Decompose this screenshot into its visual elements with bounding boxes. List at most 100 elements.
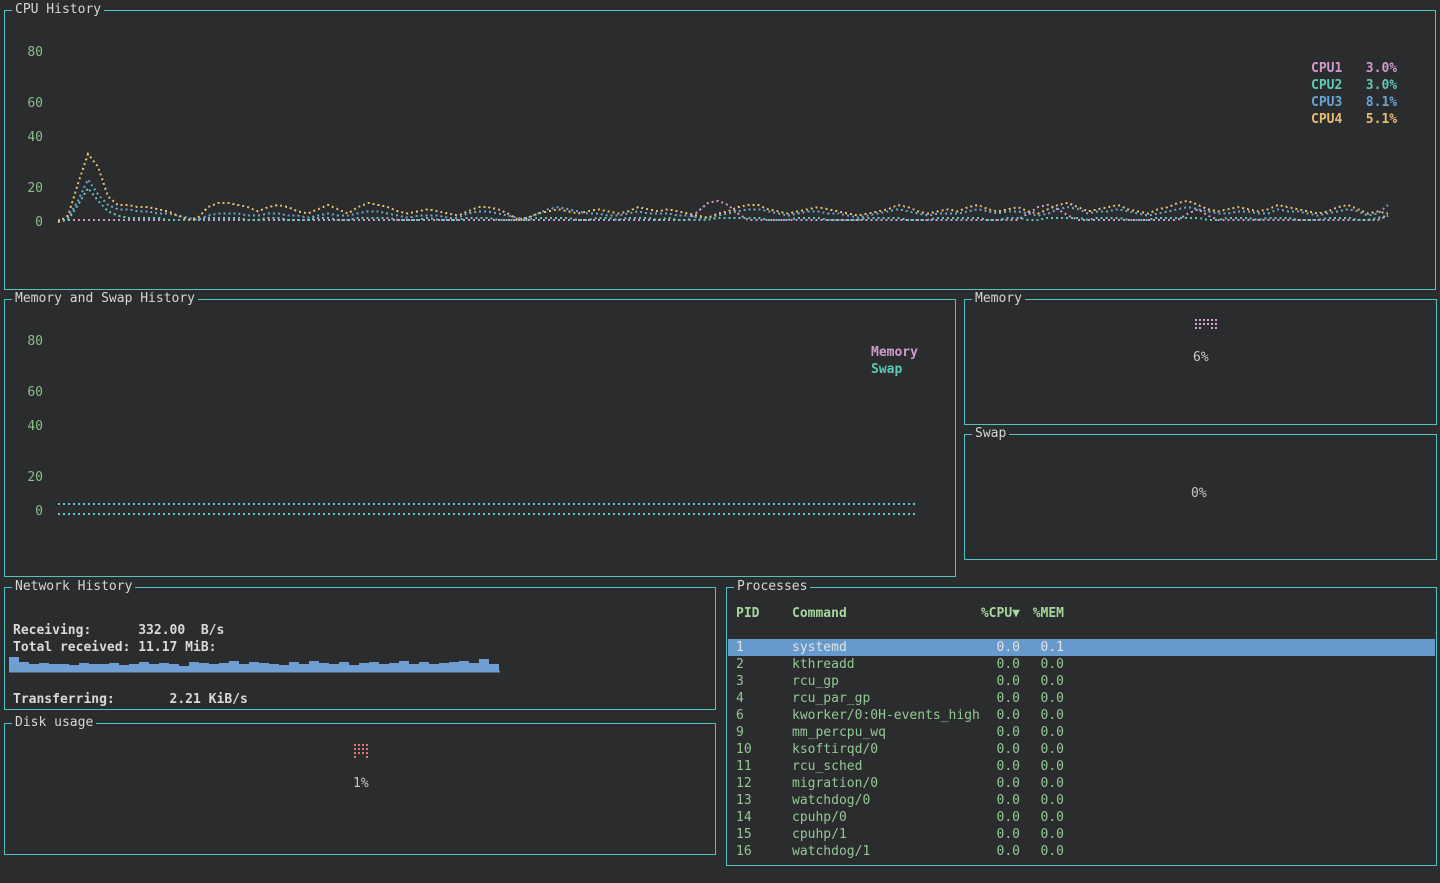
column-header-command[interactable]: Command bbox=[792, 605, 980, 622]
process-row-kworker/0:0H-events_high[interactable]: 6kworker/0:0H-events_high0.00.0 bbox=[728, 707, 1435, 724]
network-bar bbox=[449, 662, 459, 671]
network-bar bbox=[309, 661, 319, 671]
process-cell-cpu: 0.0 bbox=[980, 758, 1020, 775]
network-bar bbox=[379, 664, 389, 671]
network-bar bbox=[339, 662, 349, 671]
network-bar bbox=[229, 661, 239, 671]
process-cell-command: cpuhp/1 bbox=[792, 826, 980, 843]
process-cell-cpu: 0.0 bbox=[980, 741, 1020, 758]
process-row-ksoftirqd/0[interactable]: 10ksoftirqd/00.00.0 bbox=[728, 741, 1435, 758]
process-cell-cpu: 0.0 bbox=[980, 843, 1020, 860]
network-bar bbox=[19, 662, 29, 671]
network-bar bbox=[79, 663, 89, 671]
network-bar bbox=[469, 663, 479, 671]
memswap-legend-item-swap: Swap bbox=[871, 361, 918, 378]
cpu-history-panel: CPU History 80 60 40 20 0 CPU1 3.0%CPU2 … bbox=[4, 10, 1436, 290]
cpu-history-chart bbox=[5, 11, 1435, 289]
process-cell-pid: 14 bbox=[736, 809, 792, 826]
process-cell-cpu: 0.0 bbox=[980, 707, 1020, 724]
process-cell-cpu: 0.0 bbox=[980, 826, 1020, 843]
process-row-rcu_sched[interactable]: 11rcu_sched0.00.0 bbox=[728, 758, 1435, 775]
column-header-pid[interactable]: PID bbox=[736, 605, 792, 622]
network-bar bbox=[329, 664, 339, 671]
network-transferring-line: Transferring: 2.21 KiB/s bbox=[13, 691, 248, 708]
network-bar bbox=[239, 664, 249, 671]
system-monitor-app: { "colors": { "background": "#2a2c2d", "… bbox=[0, 0, 1440, 883]
process-row-migration/0[interactable]: 12migration/00.00.0 bbox=[728, 775, 1435, 792]
network-bar bbox=[69, 665, 79, 671]
process-cell-cpu: 0.0 bbox=[980, 809, 1020, 826]
network-bar bbox=[419, 662, 429, 671]
process-cell-pid: 3 bbox=[736, 673, 792, 690]
process-row-mm_percpu_wq[interactable]: 9mm_percpu_wq0.00.0 bbox=[728, 724, 1435, 741]
process-cell-pid: 1 bbox=[736, 639, 792, 656]
cpu-legend-item-cpu2: CPU2 3.0% bbox=[1311, 77, 1397, 94]
process-cell-cpu: 0.0 bbox=[980, 690, 1020, 707]
process-cell-mem: 0.0 bbox=[1020, 843, 1064, 860]
process-cell-mem: 0.0 bbox=[1020, 673, 1064, 690]
process-cell-command: watchdog/0 bbox=[792, 792, 980, 809]
process-row-rcu_gp[interactable]: 3rcu_gp0.00.0 bbox=[728, 673, 1435, 690]
process-row-kthreadd[interactable]: 2kthreadd0.00.0 bbox=[728, 656, 1435, 673]
network-bar bbox=[99, 664, 109, 671]
process-cell-command: systemd bbox=[792, 639, 980, 656]
process-cell-mem: 0.0 bbox=[1020, 741, 1064, 758]
process-row-systemd[interactable]: 1systemd0.00.1 bbox=[728, 639, 1435, 656]
network-bar bbox=[209, 664, 219, 671]
process-cell-cpu: 0.0 bbox=[980, 724, 1020, 741]
process-cell-mem: 0.0 bbox=[1020, 809, 1064, 826]
network-bar bbox=[109, 663, 119, 671]
network-bar bbox=[89, 664, 99, 671]
memory-swap-history-panel: Memory and Swap History 80 60 40 20 0 Me… bbox=[4, 299, 956, 577]
process-row-watchdog/1[interactable]: 16watchdog/10.00.0 bbox=[728, 843, 1435, 860]
process-cell-mem: 0.0 bbox=[1020, 775, 1064, 792]
column-header-mem[interactable]: %MEM bbox=[1020, 605, 1064, 622]
network-bar bbox=[389, 663, 399, 671]
cpu-legend-item-cpu3: CPU3 8.1% bbox=[1311, 94, 1397, 111]
process-row-watchdog/0[interactable]: 13watchdog/00.00.0 bbox=[728, 792, 1435, 809]
process-row-cpuhp/1[interactable]: 15cpuhp/10.00.0 bbox=[728, 826, 1435, 843]
processes-header: PID Command %CPU▼ %MEM bbox=[728, 605, 1440, 622]
cpu-legend-item-cpu1: CPU1 3.0% bbox=[1311, 60, 1397, 77]
network-bar bbox=[129, 664, 139, 671]
network-bar bbox=[199, 663, 209, 671]
process-row-rcu_par_gp[interactable]: 4rcu_par_gp0.00.0 bbox=[728, 690, 1435, 707]
network-bar bbox=[179, 666, 189, 671]
memory-swap-legend: MemorySwap bbox=[871, 344, 918, 378]
network-bar bbox=[459, 661, 469, 671]
process-cell-pid: 12 bbox=[736, 775, 792, 792]
network-bar bbox=[139, 662, 149, 671]
process-cell-mem: 0.0 bbox=[1020, 792, 1064, 809]
process-cell-pid: 10 bbox=[736, 741, 792, 758]
network-bar bbox=[289, 662, 299, 671]
column-header-cpu-sort[interactable]: %CPU▼ bbox=[980, 605, 1020, 622]
process-cell-command: kworker/0:0H-events_high bbox=[792, 707, 980, 724]
process-cell-command: rcu_gp bbox=[792, 673, 980, 690]
network-bar bbox=[169, 664, 179, 671]
cpu-series-CPU3 bbox=[58, 180, 1388, 223]
process-cell-cpu: 0.0 bbox=[980, 673, 1020, 690]
cpu-legend-item-cpu4: CPU4 5.1% bbox=[1311, 111, 1397, 128]
process-cell-pid: 9 bbox=[736, 724, 792, 741]
network-bar bbox=[39, 663, 49, 671]
memswap-legend-item-memory: Memory bbox=[871, 344, 918, 361]
process-cell-command: rcu_sched bbox=[792, 758, 980, 775]
process-cell-mem: 0.0 bbox=[1020, 690, 1064, 707]
network-bar bbox=[429, 664, 439, 671]
network-bar bbox=[299, 664, 309, 671]
network-bar bbox=[149, 664, 159, 671]
process-cell-pid: 4 bbox=[736, 690, 792, 707]
cpu-series-CPU4 bbox=[58, 154, 1388, 222]
process-cell-command: cpuhp/0 bbox=[792, 809, 980, 826]
process-cell-cpu: 0.0 bbox=[980, 775, 1020, 792]
processes-panel: Processes PID Command %CPU▼ %MEM 1system… bbox=[726, 587, 1437, 866]
disk-usage-panel: Disk usage 1% bbox=[4, 723, 716, 855]
process-cell-mem: 0.0 bbox=[1020, 724, 1064, 741]
process-cell-cpu: 0.0 bbox=[980, 656, 1020, 673]
network-bar bbox=[439, 663, 449, 671]
network-bar bbox=[479, 659, 489, 671]
network-bar bbox=[189, 662, 199, 671]
network-bar bbox=[399, 661, 409, 671]
process-cell-cpu: 0.0 bbox=[980, 639, 1020, 656]
process-row-cpuhp/0[interactable]: 14cpuhp/00.00.0 bbox=[728, 809, 1435, 826]
